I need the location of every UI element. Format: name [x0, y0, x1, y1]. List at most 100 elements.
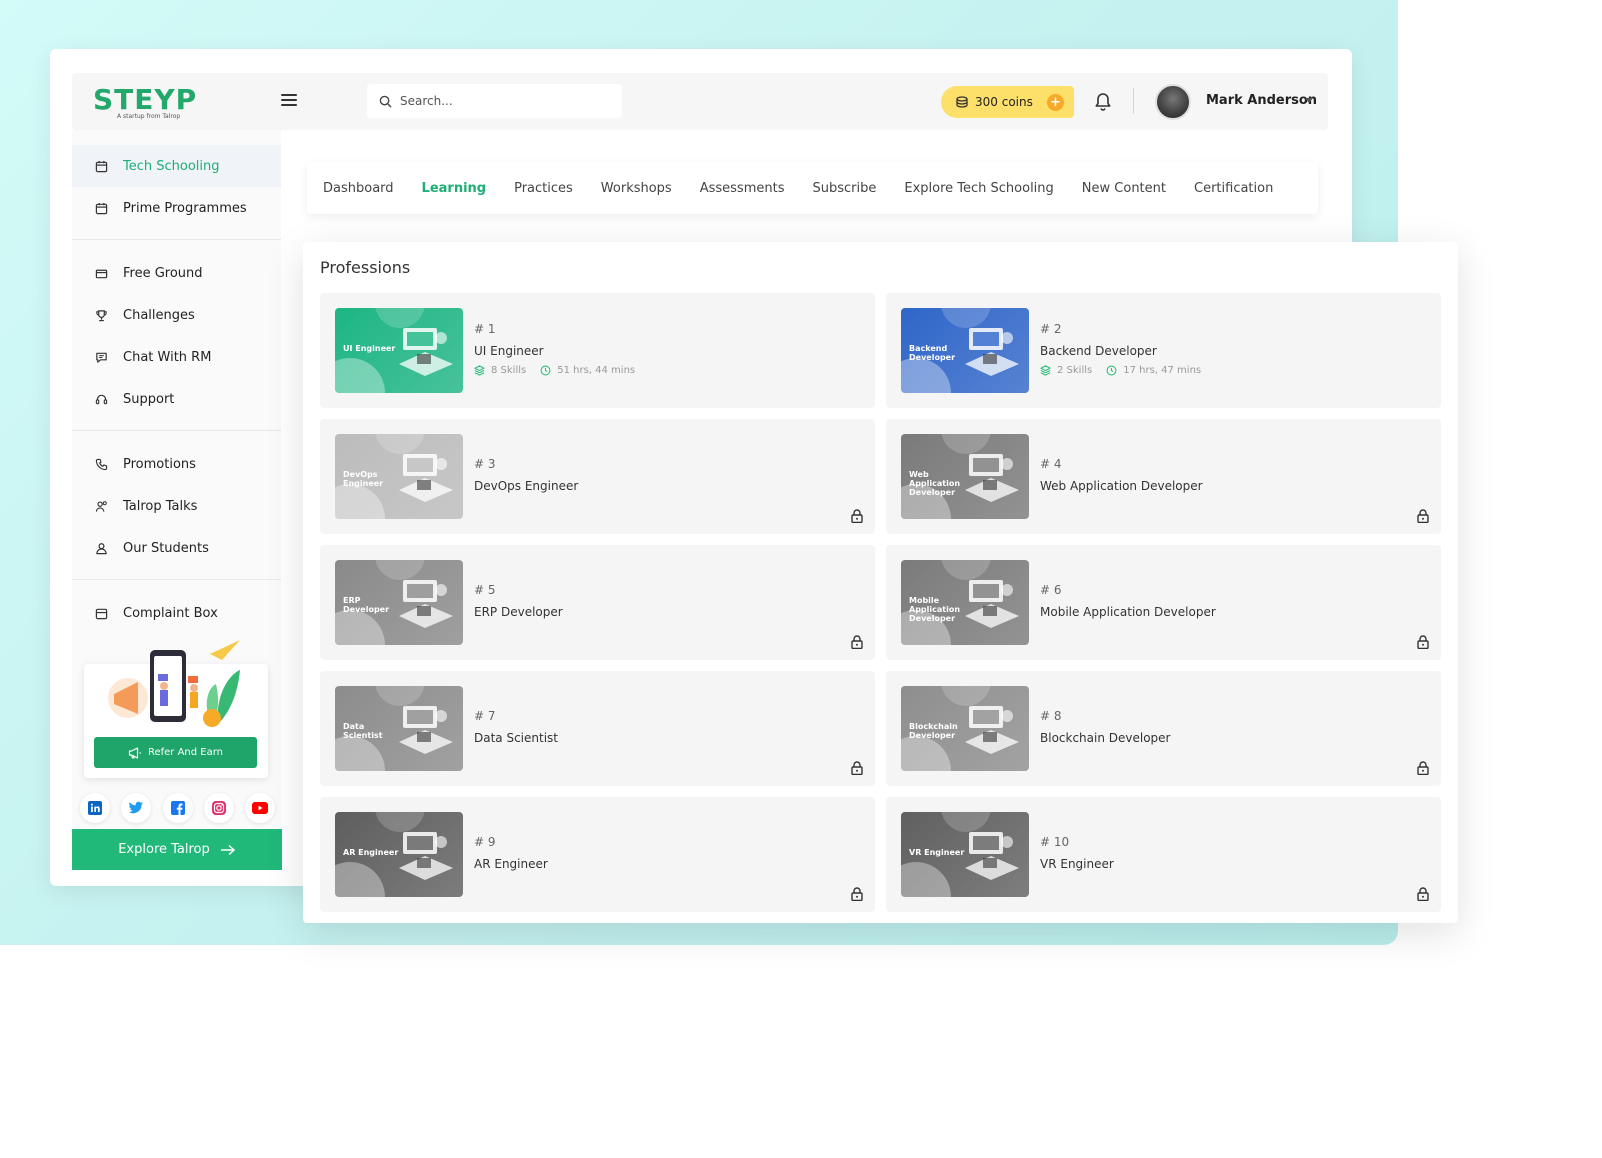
- tab-practices[interactable]: Practices: [514, 181, 573, 196]
- profession-number: # 9: [474, 835, 496, 849]
- profession-thumbnail: Data Scientist: [335, 686, 463, 771]
- steyp-logo[interactable]: STEYP A startup from Talrop: [93, 83, 198, 122]
- ticket-icon: [94, 266, 109, 281]
- logo-text: STEYP: [93, 83, 198, 116]
- profession-name: UI Engineer: [474, 344, 544, 358]
- explore-talrop-button[interactable]: Explore Talrop: [72, 829, 282, 870]
- tab-new-content[interactable]: New Content: [1082, 181, 1166, 196]
- tab-subscribe[interactable]: Subscribe: [812, 181, 876, 196]
- menu-icon[interactable]: [281, 94, 297, 106]
- profession-thumbnail: Backend Developer: [901, 308, 1029, 393]
- profession-name: VR Engineer: [1040, 857, 1114, 871]
- thumbnail-label: DevOps Engineer: [343, 470, 384, 488]
- professions-title: Professions: [320, 258, 411, 277]
- sidebar-item-free-ground[interactable]: Free Ground: [72, 252, 281, 294]
- sidebar-item-challenges[interactable]: Challenges: [72, 294, 281, 336]
- profession-card[interactable]: Data Scientist # 7 Data Scientist: [320, 671, 875, 786]
- instagram-icon[interactable]: [203, 793, 234, 823]
- thumbnail-label: VR Engineer: [909, 848, 965, 857]
- tab-certification[interactable]: Certification: [1194, 181, 1273, 196]
- skills-count: 2 Skills: [1057, 365, 1093, 376]
- user-name[interactable]: Mark Anderson: [1206, 93, 1317, 108]
- sidebar-item-tech-schooling[interactable]: Tech Schooling: [72, 145, 281, 187]
- tab-bar: Dashboard Learning Practices Workshops A…: [307, 162, 1318, 214]
- chevron-down-icon[interactable]: [1305, 98, 1313, 103]
- phone-icon: [94, 457, 109, 472]
- coins-badge[interactable]: 300 coins +: [941, 86, 1074, 118]
- coins-icon: [956, 96, 968, 108]
- twitter-icon[interactable]: [121, 793, 152, 823]
- sidebar-item-prime-programmes[interactable]: Prime Programmes: [72, 187, 281, 229]
- duration: 51 hrs, 44 mins: [557, 365, 636, 376]
- tab-dashboard[interactable]: Dashboard: [323, 181, 394, 196]
- profession-card[interactable]: Blockchain Developer # 8 Blockchain Develo…: [886, 671, 1441, 786]
- calendar-icon: [94, 159, 109, 174]
- sidebar-item-label: Tech Schooling: [123, 158, 220, 174]
- thumbnail-label: AR Engineer: [343, 848, 399, 857]
- profession-name: Backend Developer: [1040, 344, 1157, 358]
- headset-icon: [94, 392, 109, 407]
- refer-and-earn-button[interactable]: Refer And Earn: [94, 737, 257, 768]
- sidebar-item-label: Promotions: [123, 456, 196, 472]
- add-coins-button[interactable]: +: [1047, 94, 1064, 111]
- sidebar-item-chat-with-rm[interactable]: Chat With RM: [72, 336, 281, 378]
- sidebar-item-talrop-talks[interactable]: Talrop Talks: [72, 485, 281, 527]
- search-input[interactable]: [400, 94, 600, 108]
- profession-thumbnail: Web Application Developer: [901, 434, 1029, 519]
- lock-icon: [851, 760, 863, 776]
- sidebar-item-our-students[interactable]: Our Students: [72, 527, 281, 569]
- profession-name: AR Engineer: [474, 857, 548, 871]
- box-icon: [94, 606, 109, 621]
- profession-number: # 5: [474, 583, 496, 597]
- profession-card[interactable]: Mobile Application Developer # 6 Mobile Ap…: [886, 545, 1441, 660]
- profession-card[interactable]: Backend Developer # 2 Backend Developer 2 S…: [886, 293, 1441, 408]
- profession-card[interactable]: UI Engineer # 1 UI Engineer 8 Skills 51 hrs,…: [320, 293, 875, 408]
- profession-thumbnail: AR Engineer: [335, 812, 463, 897]
- youtube-icon[interactable]: [245, 793, 275, 823]
- sidebar-divider: [72, 239, 281, 240]
- profession-name: Mobile Application Developer: [1040, 605, 1216, 619]
- sidebar-item-complaint-box[interactable]: Complaint Box: [72, 592, 281, 634]
- megaphone-icon: [128, 746, 141, 759]
- tab-learning[interactable]: Learning: [422, 181, 487, 196]
- thumbnail-label: Data Scientist: [343, 722, 383, 740]
- thumbnail-label: Web Application Developer: [909, 470, 961, 497]
- lock-icon: [851, 508, 863, 524]
- social-links: [80, 793, 275, 823]
- facebook-icon[interactable]: [162, 793, 193, 823]
- tab-assessments[interactable]: Assessments: [700, 181, 785, 196]
- tab-workshops[interactable]: Workshops: [601, 181, 672, 196]
- thumbnail-label: UI Engineer: [343, 344, 396, 353]
- sidebar-item-label: Free Ground: [123, 265, 203, 281]
- tab-explore-tech-schooling[interactable]: Explore Tech Schooling: [904, 181, 1053, 196]
- skills-count: 8 Skills: [491, 365, 527, 376]
- profession-card[interactable]: VR Engineer # 10 VR Engineer: [886, 797, 1441, 912]
- search-box[interactable]: [367, 84, 622, 118]
- profession-card[interactable]: ERP Developer # 5 ERP Developer: [320, 545, 875, 660]
- profession-card[interactable]: DevOps Engineer # 3 DevOps Engineer: [320, 419, 875, 534]
- profession-number: # 8: [1040, 709, 1062, 723]
- profession-thumbnail: UI Engineer: [335, 308, 463, 393]
- thumbnail-label: Mobile Application Developer: [909, 596, 961, 623]
- profession-number: # 2: [1040, 322, 1062, 336]
- profession-thumbnail: ERP Developer: [335, 560, 463, 645]
- sidebar-divider: [72, 579, 281, 580]
- avatar[interactable]: [1155, 84, 1191, 120]
- profession-card[interactable]: AR Engineer # 9 AR Engineer: [320, 797, 875, 912]
- bell-icon[interactable]: [1094, 92, 1112, 112]
- sidebar-item-label: Chat With RM: [123, 349, 212, 365]
- profession-thumbnail: VR Engineer: [901, 812, 1029, 897]
- thumbnail-label: Backend Developer: [909, 344, 956, 362]
- profession-name: Data Scientist: [474, 731, 558, 745]
- profession-meta: 2 Skills 17 hrs, 47 mins: [1040, 365, 1215, 376]
- top-header: [72, 73, 1328, 130]
- sidebar-item-support[interactable]: Support: [72, 378, 281, 420]
- sidebar-item-label: Support: [123, 391, 175, 407]
- search-icon: [379, 95, 392, 108]
- refer-illustration: [108, 640, 240, 727]
- linkedin-icon[interactable]: [80, 793, 110, 823]
- profession-thumbnail: Blockchain Developer: [901, 686, 1029, 771]
- profession-meta: 8 Skills 51 hrs, 44 mins: [474, 365, 649, 376]
- profession-card[interactable]: Web Application Developer # 4 Web Applicat…: [886, 419, 1441, 534]
- sidebar-item-promotions[interactable]: Promotions: [72, 443, 281, 485]
